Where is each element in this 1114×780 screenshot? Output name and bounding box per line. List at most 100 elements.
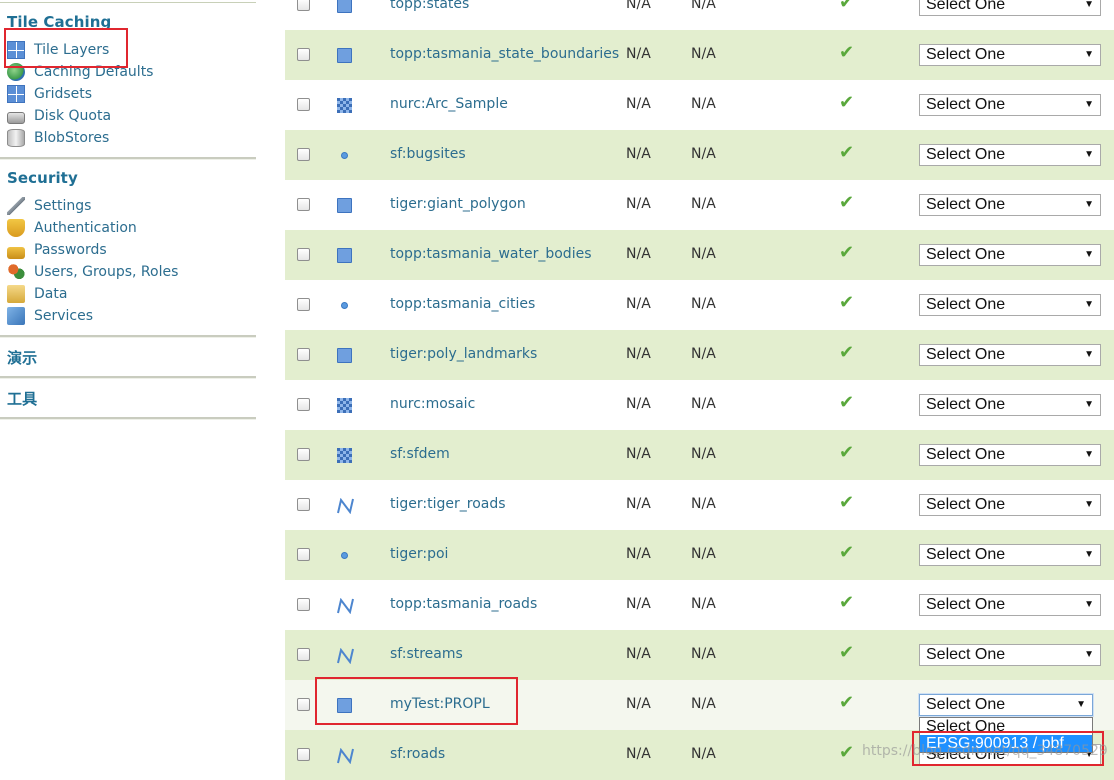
watermark-text: https://blog.csdn.net/qq_34870529 xyxy=(862,743,1108,759)
disk-quota-value: N/A xyxy=(691,196,716,212)
disk-usage-value: N/A xyxy=(626,646,651,662)
sidebar-item-settings[interactable]: Settings xyxy=(7,196,91,216)
layer-name-link[interactable]: tiger:tiger_roads xyxy=(390,496,506,512)
row-checkbox[interactable] xyxy=(297,398,310,411)
section-heading-tools[interactable]: 工具 xyxy=(7,388,37,409)
layer-name-link[interactable]: topp:tasmania_roads xyxy=(390,596,537,612)
row-checkbox[interactable] xyxy=(297,748,310,761)
dropdown-arrow-icon: ▼ xyxy=(1084,349,1094,360)
preview-select[interactable]: Select One ▼ xyxy=(919,644,1101,666)
sidebar-top-divider xyxy=(0,2,256,3)
sidebar-item-label: Passwords xyxy=(34,242,107,258)
table-row: sf:streams N/A N/A ✔ Select One ▼ xyxy=(285,630,1114,680)
preview-select[interactable]: Select One ▼ xyxy=(919,194,1101,216)
layer-name-link[interactable]: sf:roads xyxy=(390,746,445,762)
sidebar-item-data[interactable]: Data xyxy=(7,284,67,304)
layer-name-link[interactable]: tiger:poi xyxy=(390,546,448,562)
dropdown-arrow-icon: ▼ xyxy=(1084,549,1094,560)
layer-name-link[interactable]: sf:streams xyxy=(390,646,463,662)
table-row: tiger:poi N/A N/A ✔ Select One ▼ xyxy=(285,530,1114,580)
dropdown-arrow-icon: ▼ xyxy=(1084,299,1094,310)
section-heading-demos[interactable]: 演示 xyxy=(7,347,37,368)
disk-usage-value: N/A xyxy=(626,196,651,212)
row-checkbox[interactable] xyxy=(297,348,310,361)
preview-select[interactable]: Select One ▼ xyxy=(919,694,1093,716)
sidebar: Tile Caching Tile Layers Caching Default… xyxy=(0,0,256,771)
table-row: tiger:giant_polygon N/A N/A ✔ Select One… xyxy=(285,180,1114,230)
row-checkbox[interactable] xyxy=(297,148,310,161)
annotation-box-tile-layers xyxy=(4,28,128,68)
disk-quota-value: N/A xyxy=(691,246,716,262)
raster-layer-icon xyxy=(337,98,352,113)
sidebar-item-label: Services xyxy=(34,308,94,324)
row-checkbox[interactable] xyxy=(297,648,310,661)
disk-usage-value: N/A xyxy=(626,746,651,762)
sidebar-item-blobstores[interactable]: BlobStores xyxy=(7,128,109,148)
sidebar-item-passwords[interactable]: Passwords xyxy=(7,240,107,260)
disk-quota-value: N/A xyxy=(691,0,716,12)
row-checkbox[interactable] xyxy=(297,248,310,261)
sidebar-item-users-groups-roles[interactable]: Users, Groups, Roles xyxy=(7,262,178,282)
enabled-check-icon: ✔ xyxy=(839,142,855,163)
preview-select[interactable]: Select One ▼ xyxy=(919,94,1101,116)
layer-name-link[interactable]: tiger:giant_polygon xyxy=(390,196,526,212)
layer-name-link[interactable]: topp:tasmania_state_boundaries xyxy=(390,46,619,62)
row-checkbox[interactable] xyxy=(297,198,310,211)
preview-select[interactable]: Select One ▼ xyxy=(919,394,1101,416)
preview-select[interactable]: Select One ▼ xyxy=(919,0,1101,16)
layer-name-link[interactable]: topp:tasmania_cities xyxy=(390,296,535,312)
dropdown-arrow-icon: ▼ xyxy=(1076,699,1086,710)
sidebar-item-gridsets[interactable]: Gridsets xyxy=(7,84,92,104)
table-row: sf:sfdem N/A N/A ✔ Select One ▼ xyxy=(285,430,1114,480)
preview-select-value: Select One xyxy=(926,696,1006,713)
row-checkbox[interactable] xyxy=(297,448,310,461)
row-checkbox[interactable] xyxy=(297,698,310,711)
preview-select[interactable]: Select One ▼ xyxy=(919,594,1101,616)
row-checkbox[interactable] xyxy=(297,298,310,311)
layer-name-link[interactable]: nurc:mosaic xyxy=(390,396,475,412)
preview-select-value: Select One xyxy=(926,46,1006,63)
preview-select[interactable]: Select One ▼ xyxy=(919,444,1101,466)
layer-name-link[interactable]: sf:sfdem xyxy=(390,446,450,462)
layer-name-link[interactable]: nurc:Arc_Sample xyxy=(390,96,508,112)
point-layer-icon xyxy=(341,552,348,559)
disk-quota-value: N/A xyxy=(691,96,716,112)
polygon-layer-icon xyxy=(337,248,352,263)
preview-select[interactable]: Select One ▼ xyxy=(919,144,1101,166)
sidebar-item-authentication[interactable]: Authentication xyxy=(7,218,137,238)
polygon-layer-icon xyxy=(337,48,352,63)
sidebar-item-services[interactable]: Services xyxy=(7,306,93,326)
dropdown-arrow-icon: ▼ xyxy=(1084,249,1094,260)
row-checkbox[interactable] xyxy=(297,0,310,11)
row-checkbox[interactable] xyxy=(297,98,310,111)
preview-select[interactable]: Select One ▼ xyxy=(919,344,1101,366)
disk-quota-value: N/A xyxy=(691,146,716,162)
row-checkbox[interactable] xyxy=(297,598,310,611)
row-checkbox[interactable] xyxy=(297,498,310,511)
disk-usage-value: N/A xyxy=(626,0,651,12)
enabled-check-icon: ✔ xyxy=(839,242,855,263)
preview-select[interactable]: Select One ▼ xyxy=(919,294,1101,316)
disk-icon xyxy=(7,111,25,124)
preview-select[interactable]: Select One ▼ xyxy=(919,494,1101,516)
grid-icon xyxy=(7,85,25,103)
layer-name-link[interactable]: tiger:poly_landmarks xyxy=(390,346,537,362)
row-checkbox[interactable] xyxy=(297,48,310,61)
preview-select[interactable]: Select One ▼ xyxy=(919,544,1101,566)
enabled-check-icon: ✔ xyxy=(839,442,855,463)
disk-quota-value: N/A xyxy=(691,346,716,362)
layer-name-link[interactable]: topp:states xyxy=(390,0,469,12)
row-checkbox[interactable] xyxy=(297,548,310,561)
disk-usage-value: N/A xyxy=(626,96,651,112)
preview-select[interactable]: Select One ▼ xyxy=(919,244,1101,266)
preview-select[interactable]: Select One ▼ xyxy=(919,44,1101,66)
sidebar-item-disk-quota[interactable]: Disk Quota xyxy=(7,106,111,126)
preview-select-value: Select One xyxy=(926,196,1006,213)
line-layer-glyph xyxy=(337,647,354,665)
dropdown-arrow-icon: ▼ xyxy=(1084,499,1094,510)
layer-name-link[interactable]: topp:tasmania_water_bodies xyxy=(390,246,592,262)
line-layer-icon xyxy=(337,747,354,765)
polygon-layer-icon xyxy=(337,0,352,13)
disk-usage-value: N/A xyxy=(626,346,651,362)
layer-name-link[interactable]: sf:bugsites xyxy=(390,146,466,162)
